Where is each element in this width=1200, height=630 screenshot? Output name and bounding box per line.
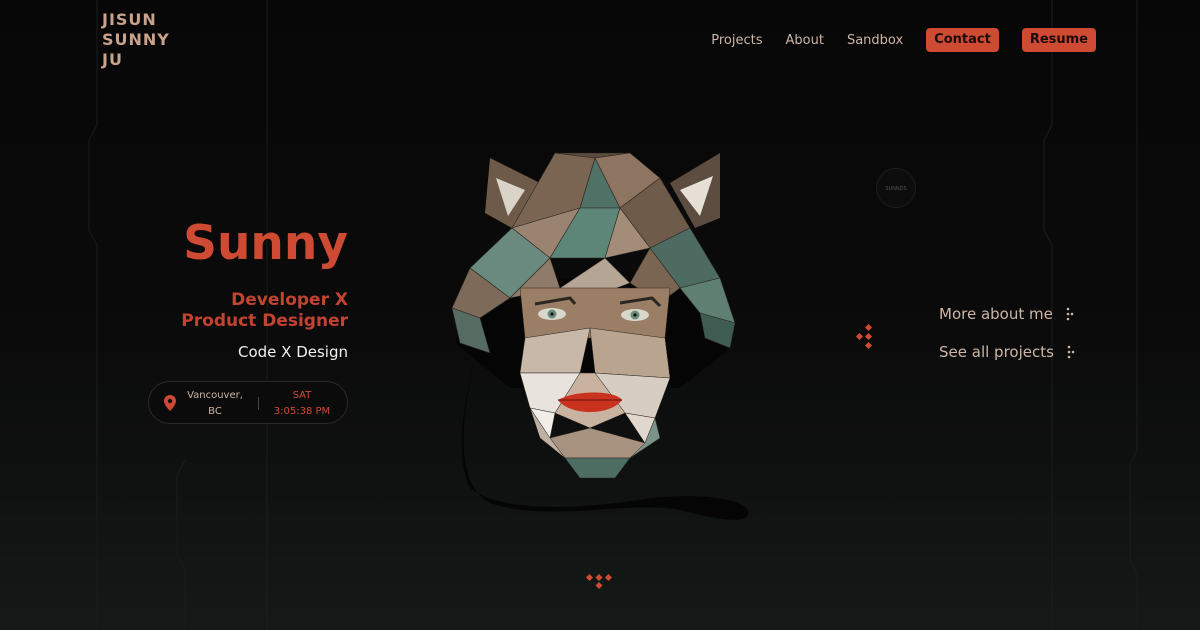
main-nav: Projects About Sandbox Contact Resume [688,28,1096,52]
side-link-label: More about me [939,304,1053,323]
location-region: BC [208,406,222,417]
logo-line: SUNNY [102,30,170,49]
scroll-down-icon[interactable] [584,572,614,592]
dots-arrow-icon [1067,345,1075,358]
location-pin-icon [164,395,176,411]
low-poly-portrait-illustration [451,152,749,520]
more-about-me-link[interactable]: More about me [939,304,1076,323]
site-logo[interactable]: JISUN SUNNY JU [102,10,170,70]
nav-link-about[interactable]: About [786,33,824,48]
location-text: Vancouver, BC [181,388,249,420]
hero-tagline: Code X Design [237,343,348,361]
location-city: Vancouver, [187,390,243,401]
logo-line: JU [102,50,123,69]
pill-divider [258,397,259,410]
local-clock: 3:05:38 PM [273,406,331,417]
local-time: SAT 3:05:38 PM [265,388,339,420]
hero-roles: Developer X Product Designer [181,290,348,332]
location-time-pill: Vancouver, BC SAT 3:05:38 PM [148,381,348,424]
logo-line: JISUN [102,10,157,29]
see-all-projects-link[interactable]: See all projects [939,342,1076,361]
nav-link-projects[interactable]: Projects [711,33,762,48]
nav-link-sandbox[interactable]: Sandbox [847,33,903,48]
local-day: SAT [292,390,312,401]
role-line: Product Designer [181,311,348,331]
side-links: More about me See all projects [939,304,1076,380]
role-line: Developer X [231,290,348,310]
contact-button[interactable]: Contact [926,28,999,52]
diamond-cluster-icon [855,324,873,350]
dots-arrow-icon [1066,307,1074,320]
hero-name: Sunny [183,216,348,271]
side-link-label: See all projects [939,342,1054,361]
resume-button[interactable]: Resume [1021,28,1096,52]
rotating-badge: SUNNDS [876,168,916,208]
